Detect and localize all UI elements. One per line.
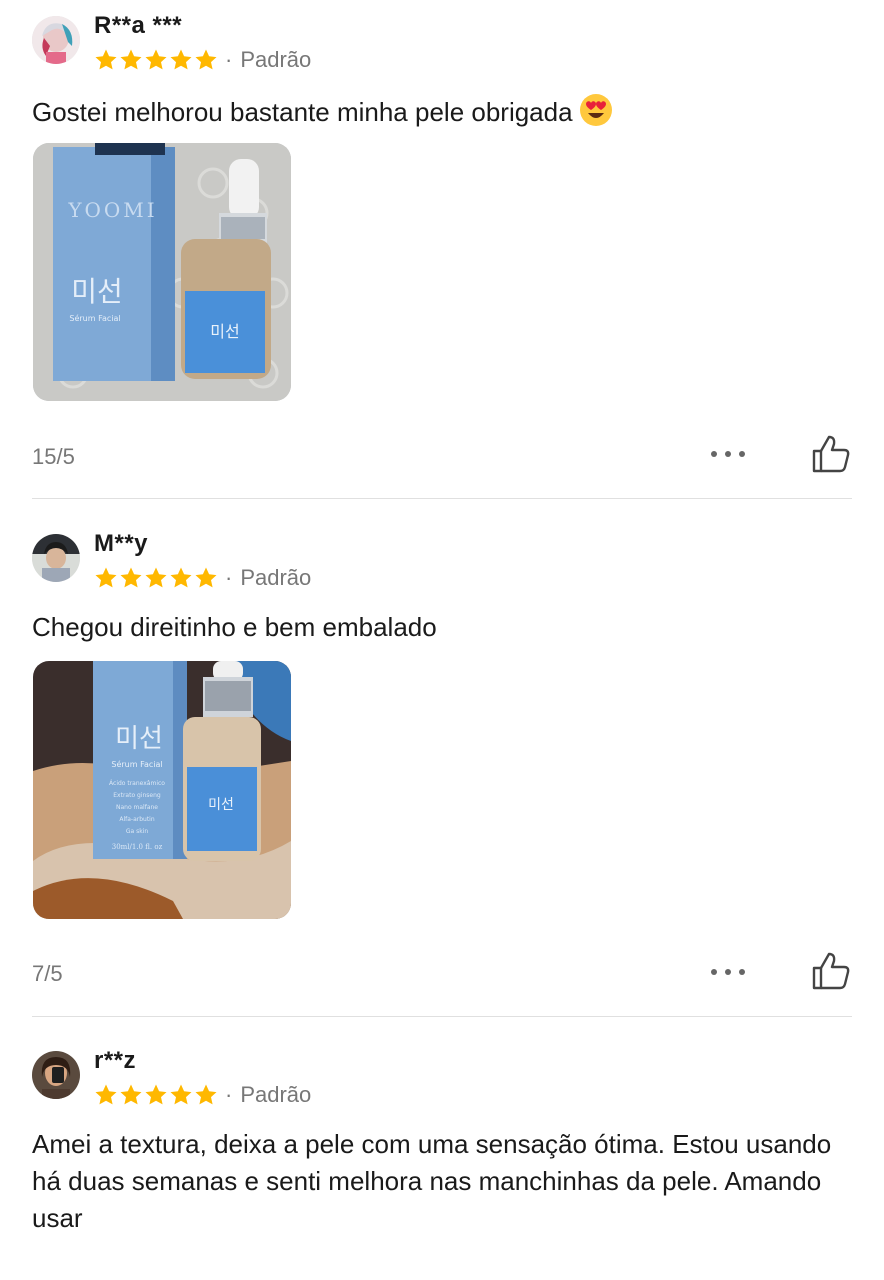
- star-filled-icon: [145, 567, 167, 588]
- photo-ingredient-1: Ácido tranexâmico: [109, 780, 165, 787]
- star-rating: [94, 566, 218, 590]
- photo-product-label: Sérum Facial: [69, 313, 120, 323]
- star-filled-icon: [95, 49, 117, 70]
- avatar-image: [32, 16, 80, 64]
- reviewer-name: M**y: [94, 530, 149, 557]
- photo-ingredient-3: Nano malfane: [116, 804, 158, 811]
- product-photo-image: 미선 Sérum Facial Ácido tranexâmico Extrat…: [33, 661, 291, 919]
- review-photo[interactable]: YOOMI 미선 Sérum Facial 미선: [33, 143, 291, 401]
- star-filled-icon: [145, 49, 167, 70]
- star-rating: [94, 48, 218, 72]
- variant-text: Padrão: [240, 1082, 312, 1107]
- variant-text: Padrão: [240, 565, 312, 590]
- review-date: 15/5: [32, 444, 75, 469]
- variant-label: · Padrão: [225, 47, 312, 72]
- star-filled-icon: [145, 1084, 167, 1105]
- star-filled-icon: [170, 49, 192, 70]
- photo-product-label: Sérum Facial: [111, 759, 162, 769]
- thumbs-up-icon[interactable]: [810, 433, 852, 475]
- review-photo[interactable]: 미선 Sérum Facial Ácido tranexâmico Extrat…: [33, 661, 291, 919]
- variant-label: · Padrão: [225, 1082, 312, 1107]
- star-filled-icon: [170, 1084, 192, 1105]
- star-filled-icon: [120, 1084, 142, 1105]
- bottle-korean-label: 미선: [208, 797, 234, 813]
- photo-ingredient-5: Ga skin: [126, 828, 149, 835]
- avatar-image: [32, 534, 80, 582]
- bottle-korean-label: 미선: [210, 322, 239, 341]
- review-text: Gostei melhorou bastante minha pele obri…: [32, 93, 832, 131]
- reviewer-name: R**a ***: [94, 12, 183, 39]
- photo-brand-label: YOOMI: [67, 198, 157, 222]
- reviewer-name: r**z: [94, 1047, 137, 1074]
- star-filled-icon: [195, 1084, 217, 1105]
- review-text: Amei a textura, deixa a pele com uma sen…: [32, 1129, 832, 1233]
- star-filled-icon: [95, 1084, 117, 1105]
- star-filled-icon: [170, 567, 192, 588]
- divider: [32, 1016, 852, 1017]
- more-options-button[interactable]: [708, 960, 748, 984]
- variant-label: · Padrão: [225, 565, 312, 590]
- thumbs-up-icon[interactable]: [810, 950, 852, 992]
- avatar[interactable]: [32, 534, 80, 582]
- photo-ingredient-2: Extrato ginseng: [113, 792, 161, 799]
- review-text: Chegou direitinho e bem embalado: [32, 612, 437, 642]
- star-filled-icon: [195, 49, 217, 70]
- star-filled-icon: [120, 49, 142, 70]
- avatar[interactable]: [32, 1051, 80, 1099]
- star-filled-icon: [120, 567, 142, 588]
- photo-korean-label: 미선: [115, 724, 163, 754]
- divider: [32, 498, 852, 499]
- more-options-button[interactable]: [708, 442, 748, 466]
- photo-ingredient-4: Alfa-arbutin: [119, 816, 155, 823]
- more-dots-icon: [725, 969, 731, 975]
- more-dots-icon: [725, 451, 731, 457]
- star-filled-icon: [195, 567, 217, 588]
- review-text-content: Gostei melhorou bastante minha pele obri…: [32, 97, 573, 127]
- more-dots-icon: [739, 969, 745, 975]
- smiling-face-with-heart-eyes-icon: [579, 94, 612, 126]
- more-dots-icon: [711, 969, 717, 975]
- star-rating: [94, 1083, 218, 1107]
- review-date: 7/5: [32, 961, 63, 986]
- variant-text: Padrão: [240, 47, 312, 72]
- more-dots-icon: [711, 451, 717, 457]
- more-dots-icon: [739, 451, 745, 457]
- photo-volume-label: 30ml/1.0 fl. oz: [112, 843, 163, 851]
- product-photo-image: YOOMI 미선 Sérum Facial 미선: [33, 143, 291, 401]
- photo-korean-label: 미선: [71, 275, 123, 308]
- star-filled-icon: [95, 567, 117, 588]
- avatar-image: [32, 1051, 80, 1099]
- avatar[interactable]: [32, 16, 80, 64]
